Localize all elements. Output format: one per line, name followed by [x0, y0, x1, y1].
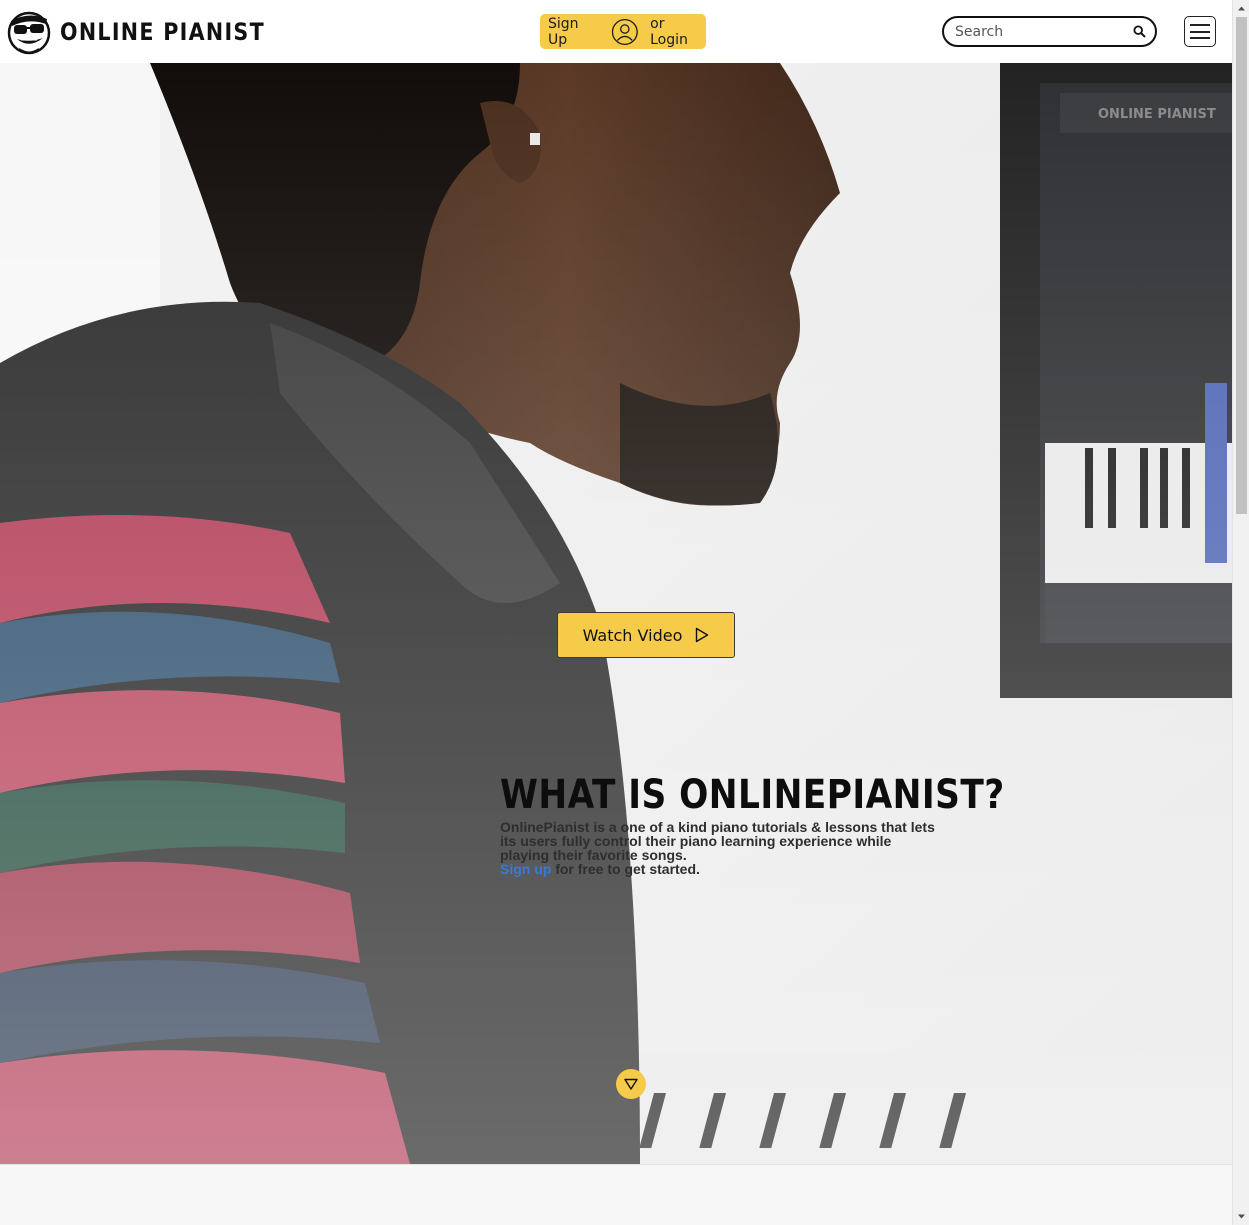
signup-link[interactable]: Sign up	[500, 861, 551, 877]
next-section	[0, 1164, 1232, 1225]
user-circle-icon[interactable]	[611, 18, 639, 46]
about-cta: Sign up for free to get started.	[500, 862, 940, 876]
watch-video-button[interactable]: Watch Video	[557, 612, 735, 658]
site-header: ONLINE PIANIST Sign Up or Login	[0, 0, 1232, 63]
hamburger-menu-button[interactable]	[1184, 16, 1216, 47]
triangle-down-icon	[624, 1078, 638, 1090]
login-button[interactable]: or Login	[650, 16, 706, 48]
signup-button[interactable]: Sign Up	[548, 16, 601, 48]
about-block: WHAT IS ONLINEPIANIST? OnlinePianist is …	[500, 771, 1005, 876]
scroll-down-button[interactable]	[616, 1069, 646, 1099]
search-icon[interactable]	[1133, 25, 1146, 38]
logo-text: ONLINE PIANIST	[60, 18, 265, 46]
sunglasses-mascot-icon	[7, 11, 51, 55]
logo-link[interactable]: ONLINE PIANIST	[6, 9, 298, 55]
search-box	[942, 16, 1157, 47]
scrollbar-thumb[interactable]	[1236, 17, 1247, 514]
about-title: WHAT IS ONLINEPIANIST?	[500, 772, 1005, 818]
search-input[interactable]	[953, 22, 1123, 41]
about-description: OnlinePianist is a one of a kind piano t…	[500, 819, 935, 863]
auth-pill: Sign Up or Login	[540, 14, 706, 49]
hero-section: ONLINE PIANIST	[0, 63, 1232, 1164]
watch-video-label: Watch Video	[582, 625, 683, 645]
page-scrollbar[interactable]	[1232, 0, 1249, 1225]
cta-text: for free to get started.	[551, 861, 700, 877]
scroll-down-arrow-icon[interactable]	[1237, 1212, 1246, 1221]
hamburger-icon	[1190, 24, 1210, 26]
play-outline-icon	[696, 627, 709, 643]
scroll-up-arrow-icon[interactable]	[1237, 4, 1246, 13]
